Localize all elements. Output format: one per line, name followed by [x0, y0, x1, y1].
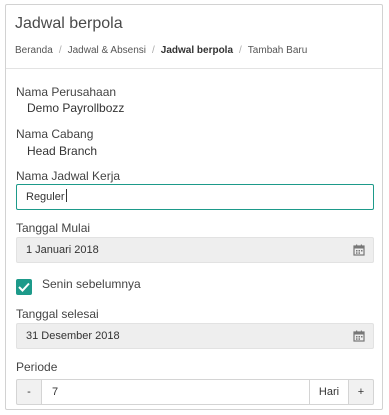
period-decrement-button[interactable]: -: [16, 379, 42, 405]
branch-label: Nama Cabang: [16, 127, 94, 141]
breadcrumb: Beranda / Jadwal & Absensi / Jadwal berpola /…: [15, 45, 307, 56]
start-date-label: Tanggal Mulai: [16, 221, 91, 235]
schedule-name-value: Reguler: [26, 191, 65, 203]
company-label: Nama Perusahaan: [16, 85, 117, 99]
text-cursor: [65, 189, 67, 202]
form-panel: Jadwal berpola Beranda / Jadwal & Absensi /…: [5, 4, 383, 410]
start-date-field[interactable]: 1 Januari 2018: [16, 237, 374, 263]
previous-monday-label[interactable]: Senin sebelumnya: [42, 277, 141, 291]
breadcrumb-separator: /: [239, 45, 242, 56]
period-label: Periode: [16, 360, 58, 374]
breadcrumb-separator: /: [151, 45, 155, 56]
breadcrumb-item-current: Tambah Baru: [247, 45, 308, 56]
schedule-name-input[interactable]: Reguler: [16, 184, 374, 210]
page-title: Jadwal berpola: [15, 15, 123, 32]
end-date-field[interactable]: 31 Desember 2018: [16, 323, 374, 349]
branch-value: Head Branch: [27, 144, 98, 158]
breadcrumb-separator: /: [58, 45, 62, 56]
breadcrumb-item-schedule[interactable]: Jadwal & Absensi: [68, 45, 146, 56]
calendar-icon[interactable]: [353, 244, 365, 256]
previous-monday-checkbox[interactable]: [16, 279, 32, 295]
breadcrumb-item-patterned[interactable]: Jadwal berpola: [161, 45, 233, 56]
period-stepper: - 7 Hari +: [16, 379, 374, 405]
end-date-value: 31 Desember 2018: [26, 330, 120, 342]
breadcrumb-item-home[interactable]: Beranda: [15, 45, 53, 56]
period-unit: Hari: [309, 379, 349, 405]
period-increment-button[interactable]: +: [348, 379, 374, 405]
checkmark-icon: [18, 282, 30, 292]
calendar-icon[interactable]: [353, 330, 365, 342]
schedule-name-label: Nama Jadwal Kerja: [16, 169, 121, 183]
header-divider: [6, 68, 382, 69]
period-input[interactable]: 7: [41, 379, 310, 405]
end-date-label: Tanggal selesai: [16, 307, 99, 321]
start-date-value: 1 Januari 2018: [26, 244, 99, 256]
company-value: Demo Payrollbozz: [27, 101, 125, 115]
